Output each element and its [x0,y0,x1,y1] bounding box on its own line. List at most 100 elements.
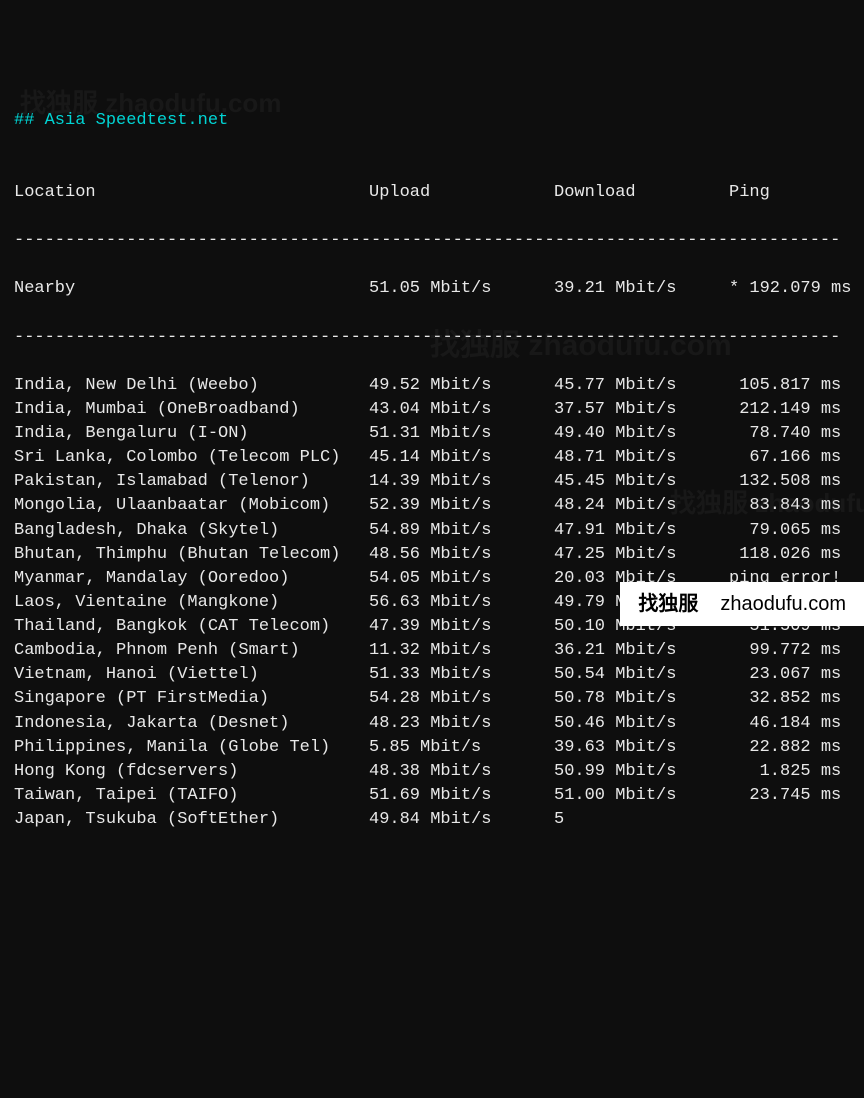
nearby-upload: 51.05 Mbit/s [369,277,554,301]
row-upload: 48.38 Mbit/s [369,760,554,784]
row-ping: 32.852 ms [729,687,850,711]
row-download: 48.71 Mbit/s [554,446,729,470]
row-ping: 78.740 ms [729,422,850,446]
row-location: India, Bengaluru (I-ON) [14,422,369,446]
header-download: Download [554,181,729,205]
row-ping: 118.026 ms [729,543,850,567]
divider: ----------------------------------------… [14,229,850,253]
table-row: India, New Delhi (Weebo)49.52 Mbit/s45.7… [14,374,850,398]
row-location: Cambodia, Phnom Penh (Smart) [14,639,369,663]
row-download: 45.45 Mbit/s [554,470,729,494]
row-upload: 48.56 Mbit/s [369,543,554,567]
row-download: 50.99 Mbit/s [554,760,729,784]
row-ping: 105.817 ms [729,374,850,398]
row-location: Vietnam, Hanoi (Viettel) [14,663,369,687]
row-download: 37.57 Mbit/s [554,398,729,422]
row-upload: 49.84 Mbit/s [369,808,554,832]
row-download: 47.91 Mbit/s [554,519,729,543]
row-ping: 23.745 ms [729,784,850,808]
header-ping: Ping [729,181,850,205]
table-row: India, Mumbai (OneBroadband)43.04 Mbit/s… [14,398,850,422]
row-ping: 23.067 ms [729,663,850,687]
row-upload: 54.28 Mbit/s [369,687,554,711]
row-upload: 48.23 Mbit/s [369,712,554,736]
table-row: Cambodia, Phnom Penh (Smart)11.32 Mbit/s… [14,639,850,663]
row-upload: 51.69 Mbit/s [369,784,554,808]
table-row: Vietnam, Hanoi (Viettel)51.33 Mbit/s50.5… [14,663,850,687]
nearby-ping: * 192.079 ms [729,277,851,301]
row-location: Mongolia, Ulaanbaatar (Mobicom) [14,494,369,518]
row-upload: 45.14 Mbit/s [369,446,554,470]
row-ping: 22.882 ms [729,736,850,760]
table-row: Indonesia, Jakarta (Desnet)48.23 Mbit/s5… [14,712,850,736]
row-location: Bangladesh, Dhaka (Skytel) [14,519,369,543]
header-upload: Upload [369,181,554,205]
row-download: 47.25 Mbit/s [554,543,729,567]
table-row: Bhutan, Thimphu (Bhutan Telecom)48.56 Mb… [14,543,850,567]
row-download: 36.21 Mbit/s [554,639,729,663]
row-ping: 67.166 ms [729,446,850,470]
row-upload: 43.04 Mbit/s [369,398,554,422]
row-ping: 99.772 ms [729,639,850,663]
row-download: 48.24 Mbit/s [554,494,729,518]
row-location: Japan, Tsukuba (SoftEther) [14,808,369,832]
row-location: Myanmar, Mandalay (Ooredoo) [14,567,369,591]
row-ping [729,808,850,832]
watermark-box: 找独服 zhaodufu.com [620,582,864,626]
row-ping: 46.184 ms [729,712,850,736]
row-ping: 212.149 ms [729,398,850,422]
row-download: 5 [554,808,729,832]
divider: ----------------------------------------… [14,326,850,350]
row-download: 49.40 Mbit/s [554,422,729,446]
row-location: Pakistan, Islamabad (Telenor) [14,470,369,494]
row-upload: 51.33 Mbit/s [369,663,554,687]
row-location: Singapore (PT FirstMedia) [14,687,369,711]
watermark-url: zhaodufu.com [720,590,846,618]
table-row: Sri Lanka, Colombo (Telecom PLC)45.14 Mb… [14,446,850,470]
row-upload: 14.39 Mbit/s [369,470,554,494]
row-location: Philippines, Manila (Globe Tel) [14,736,369,760]
watermark-cn: 找独服 [638,590,698,618]
table-row: India, Bengaluru (I-ON)51.31 Mbit/s49.40… [14,422,850,446]
row-location: India, Mumbai (OneBroadband) [14,398,369,422]
row-download: 45.77 Mbit/s [554,374,729,398]
table-row: Hong Kong (fdcservers)48.38 Mbit/s50.99 … [14,760,850,784]
row-ping: 1.825 ms [729,760,850,784]
table-row: Singapore (PT FirstMedia)54.28 Mbit/s50.… [14,687,850,711]
row-upload: 47.39 Mbit/s [369,615,554,639]
table-row: Bangladesh, Dhaka (Skytel)54.89 Mbit/s47… [14,519,850,543]
row-ping: 132.508 ms [729,470,850,494]
row-ping: 83.843 ms [729,494,850,518]
row-upload: 49.52 Mbit/s [369,374,554,398]
row-upload: 11.32 Mbit/s [369,639,554,663]
row-location: Bhutan, Thimphu (Bhutan Telecom) [14,543,369,567]
row-ping: 79.065 ms [729,519,850,543]
nearby-row: Nearby51.05 Mbit/s39.21 Mbit/s* 192.079 … [14,277,850,301]
table-row: Japan, Tsukuba (SoftEther)49.84 Mbit/s5 [14,808,850,832]
row-location: Taiwan, Taipei (TAIFO) [14,784,369,808]
row-upload: 52.39 Mbit/s [369,494,554,518]
row-location: India, New Delhi (Weebo) [14,374,369,398]
row-upload: 54.05 Mbit/s [369,567,554,591]
row-location: Thailand, Bangkok (CAT Telecom) [14,615,369,639]
row-upload: 51.31 Mbit/s [369,422,554,446]
row-location: Laos, Vientaine (Mangkone) [14,591,369,615]
row-download: 50.54 Mbit/s [554,663,729,687]
row-download: 50.78 Mbit/s [554,687,729,711]
table-row: Mongolia, Ulaanbaatar (Mobicom)52.39 Mbi… [14,494,850,518]
row-location: Indonesia, Jakarta (Desnet) [14,712,369,736]
nearby-download: 39.21 Mbit/s [554,277,729,301]
row-download: 39.63 Mbit/s [554,736,729,760]
table-row: Taiwan, Taipei (TAIFO)51.69 Mbit/s51.00 … [14,784,850,808]
header-location: Location [14,181,369,205]
table-row: Pakistan, Islamabad (Telenor)14.39 Mbit/… [14,470,850,494]
table-row: Philippines, Manila (Globe Tel)5.85 Mbit… [14,736,850,760]
row-upload: 5.85 Mbit/s [369,736,554,760]
section-title: ## Asia Speedtest.net [14,109,850,133]
row-upload: 54.89 Mbit/s [369,519,554,543]
nearby-location: Nearby [14,277,369,301]
row-download: 50.46 Mbit/s [554,712,729,736]
row-download: 51.00 Mbit/s [554,784,729,808]
header-row: LocationUploadDownloadPing [14,181,850,205]
row-location: Hong Kong (fdcservers) [14,760,369,784]
